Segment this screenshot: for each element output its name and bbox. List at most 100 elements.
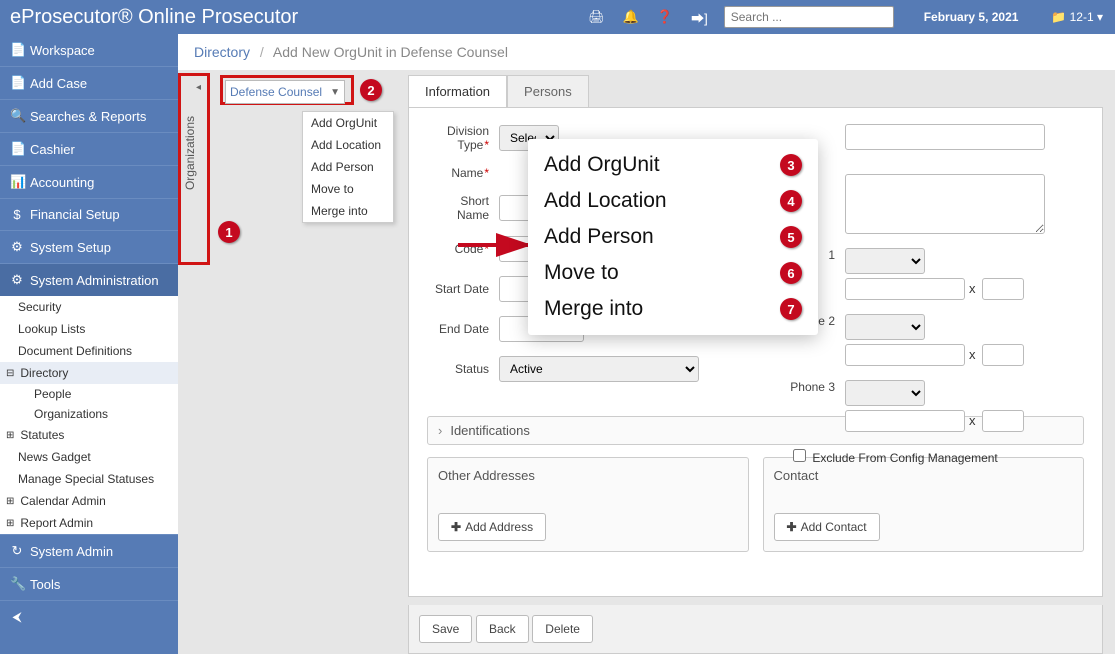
sidebar-item-tools[interactable]: 🔧Tools [0, 567, 178, 600]
callout-3: 3 [780, 154, 802, 176]
label-exclude: Exclude From Config Management [812, 451, 997, 465]
exclude-checkbox[interactable] [793, 449, 806, 462]
back-button[interactable]: Back [476, 615, 529, 643]
org-dropdown[interactable]: Defense Counsel ▼ [225, 80, 345, 104]
tree-label: Calendar Admin [20, 494, 105, 508]
tree-label: Directory [20, 366, 68, 380]
sidebar-item-label: Workspace [30, 43, 95, 58]
save-button[interactable]: Save [419, 615, 472, 643]
logout-icon[interactable]: ⮕] [691, 8, 708, 27]
app-brand: eProsecutor® Online Prosecutor [10, 6, 298, 29]
label-short-name: Short Name [427, 194, 499, 222]
other-addresses-panel: Other Addresses ✚Add Address [427, 457, 749, 552]
callout-pop-item: Merge into [544, 297, 643, 321]
tree-people[interactable]: People [0, 384, 178, 404]
tree-statutes[interactable]: ⊞Statutes [0, 424, 178, 446]
tree-lookup-lists[interactable]: Lookup Lists [0, 318, 178, 340]
tree-calendar-admin[interactable]: ⊞Calendar Admin [0, 490, 178, 512]
description-textarea[interactable] [845, 174, 1045, 234]
ctx-add-location[interactable]: Add Location [303, 134, 393, 156]
phone3-ext-input[interactable] [982, 410, 1024, 432]
ctx-add-orgunit[interactable]: Add OrgUnit [303, 112, 393, 134]
organizations-panel-label[interactable]: Organizations [183, 116, 197, 190]
phone3-input[interactable] [845, 410, 965, 432]
ctx-merge-into[interactable]: Merge into [303, 200, 393, 222]
sidebar-item-searches[interactable]: 🔍Searches & Reports [0, 99, 178, 132]
plus-icon: ✚ [787, 520, 797, 534]
sidebar-item-system-admin[interactable]: ↻System Admin [0, 534, 178, 567]
sidebar-item-accounting[interactable]: 📊Accounting [0, 165, 178, 198]
phone2-type-select[interactable] [845, 314, 925, 340]
breadcrumb-current: Add New OrgUnit in Defense Counsel [273, 44, 508, 60]
tree-label: Statutes [20, 428, 64, 442]
caret-down-icon: ▼ [330, 87, 340, 98]
tree-news-gadget[interactable]: News Gadget [0, 446, 178, 468]
add-address-button[interactable]: ✚Add Address [438, 513, 546, 541]
label-name: Name [427, 166, 499, 180]
tree-security[interactable]: Security [0, 296, 178, 318]
callout-pop-item: Add Person [544, 225, 654, 249]
caret-down-icon: ▾ [1097, 10, 1103, 24]
sidebar: 📄 Workspace 📄Add Case 🔍Searches & Reports… [0, 34, 178, 654]
print-icon[interactable]: 🖨 [588, 9, 605, 25]
sidebar-collapse[interactable]: ⮜ [0, 600, 178, 633]
tree-report-admin[interactable]: ⊞Report Admin [0, 512, 178, 534]
tree-document-definitions[interactable]: Document Definitions [0, 340, 178, 362]
breadcrumb: Directory / Add New OrgUnit in Defense C… [178, 34, 1115, 71]
other-addresses-title: Other Addresses [438, 468, 738, 483]
search-input[interactable] [724, 6, 894, 28]
label-phone3: Phone 3 [789, 380, 845, 394]
phone1-type-select[interactable] [845, 248, 925, 274]
folder-label: 12-1 [1070, 10, 1094, 24]
minus-icon: ⊟ [6, 368, 14, 379]
label-start-date: Start Date [427, 282, 499, 296]
status-select[interactable]: Active [499, 356, 699, 382]
help-icon[interactable]: ❓ [657, 9, 673, 25]
annotation-arrow [458, 236, 538, 257]
callout-6: 6 [780, 262, 802, 284]
page-icon: 📄 [10, 75, 24, 91]
phone2-input[interactable] [845, 344, 965, 366]
org-dropdown-value: Defense Counsel [230, 85, 322, 99]
breadcrumb-separator: / [260, 44, 264, 60]
tree-directory[interactable]: ⊟ Directory [0, 362, 178, 384]
sidebar-item-label: Financial Setup [30, 207, 120, 222]
phone1-ext-input[interactable] [982, 278, 1024, 300]
sidebar-item-system-administration[interactable]: ⚙System Administration [0, 263, 178, 296]
admin-subtree: Security Lookup Lists Document Definitio… [0, 296, 178, 534]
context-menu: Add OrgUnit Add Location Add Person Move… [302, 111, 394, 223]
bell-icon[interactable]: 🔔 [623, 9, 639, 25]
tab-information[interactable]: Information [408, 75, 507, 107]
ctx-move-to[interactable]: Move to [303, 178, 393, 200]
phone2-ext-input[interactable] [982, 344, 1024, 366]
page-icon: 📄 [10, 42, 24, 58]
ctx-add-person[interactable]: Add Person [303, 156, 393, 178]
sidebar-item-workspace[interactable]: 📄 Workspace [0, 34, 178, 66]
sidebar-item-system-setup[interactable]: ⚙System Setup [0, 230, 178, 263]
callout-pop-item: Move to [544, 261, 619, 285]
callout-pop-item: Add OrgUnit [544, 153, 660, 177]
phone1-input[interactable] [845, 278, 965, 300]
sidebar-item-cashier[interactable]: 📄Cashier [0, 132, 178, 165]
folder-switcher[interactable]: 📁 12-1 ▾ [1051, 0, 1103, 34]
label-status: Status [427, 362, 499, 376]
dollar-icon: $ [10, 207, 24, 222]
breadcrumb-root[interactable]: Directory [194, 44, 250, 60]
phone3-type-select[interactable] [845, 380, 925, 406]
delete-button[interactable]: Delete [532, 615, 593, 643]
tree-manage-special-statuses[interactable]: Manage Special Statuses [0, 468, 178, 490]
tab-persons[interactable]: Persons [507, 75, 589, 107]
search-icon: 🔍 [10, 108, 24, 124]
label-x: x [969, 281, 976, 296]
tree-organizations[interactable]: Organizations [0, 404, 178, 424]
callout-pop-item: Add Location [544, 189, 667, 213]
add-contact-button[interactable]: ✚Add Contact [774, 513, 880, 541]
callout-7: 7 [780, 298, 802, 320]
header-date: February 5, 2021 [924, 10, 1019, 24]
sidebar-item-financial-setup[interactable]: $ Financial Setup [0, 198, 178, 230]
page-icon: 📄 [10, 141, 24, 157]
org-panel-toggle[interactable]: ◂ [196, 82, 201, 93]
gear-icon: ⚙ [10, 272, 24, 288]
right-text-1[interactable] [845, 124, 1045, 150]
sidebar-item-add-case[interactable]: 📄Add Case [0, 66, 178, 99]
